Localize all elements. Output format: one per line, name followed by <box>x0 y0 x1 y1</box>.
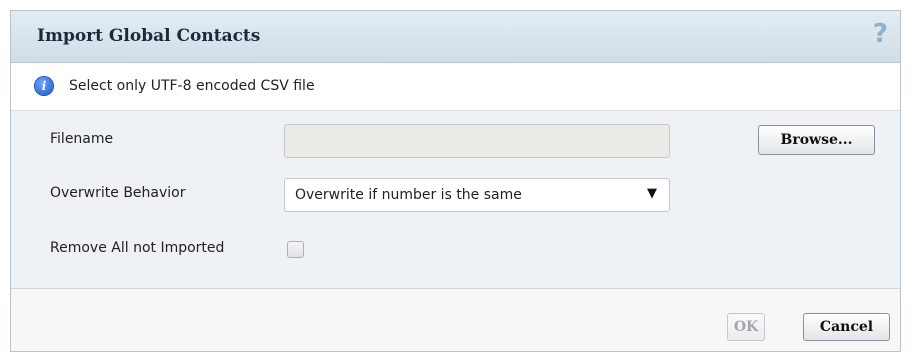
filename-input[interactable] <box>284 124 670 158</box>
info-icon: i <box>35 77 53 95</box>
remove-all-not-imported-checkbox[interactable] <box>287 241 304 258</box>
dialog-title-bar: Import Global Contacts ? <box>11 11 900 63</box>
cancel-button[interactable]: Cancel <box>803 313 890 341</box>
filename-label: Filename <box>50 131 114 147</box>
help-question-icon[interactable]: ? <box>873 19 888 49</box>
browse-button[interactable]: Browse... <box>758 125 875 155</box>
overwrite-behavior-value: Overwrite if number is the same <box>295 187 522 203</box>
ok-button[interactable]: OK <box>727 313 765 341</box>
overwrite-behavior-label: Overwrite Behavior <box>50 185 186 201</box>
info-bar: i Select only UTF-8 encoded CSV file <box>11 63 900 111</box>
dialog-title: Import Global Contacts <box>37 26 261 46</box>
info-message: Select only UTF-8 encoded CSV file <box>69 78 315 94</box>
import-global-contacts-dialog: Import Global Contacts ? i Select only U… <box>10 10 901 352</box>
import-form: Filename Browse... Overwrite Behavior Ov… <box>11 111 900 289</box>
remove-all-not-imported-label: Remove All not Imported <box>50 240 225 256</box>
overwrite-behavior-select[interactable]: Overwrite if number is the same ▼ <box>284 178 670 212</box>
caret-down-icon: ▼ <box>647 186 657 201</box>
dialog-footer: OK Cancel <box>11 289 900 351</box>
